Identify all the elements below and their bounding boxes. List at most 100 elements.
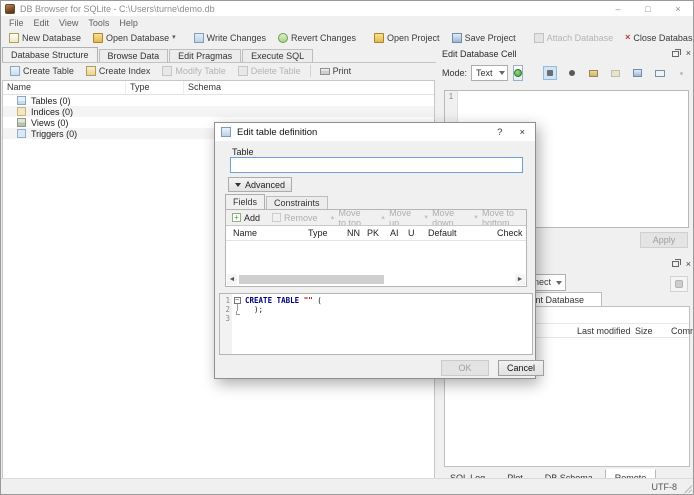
close-database-button[interactable]: × Close Database — [619, 31, 693, 45]
open-project-icon — [374, 33, 385, 43]
tree-column-name[interactable]: Name — [3, 81, 126, 94]
fields-column-default[interactable]: Default — [428, 228, 457, 238]
fields-column-ai[interactable]: AI — [390, 228, 399, 238]
fields-column-u[interactable]: U — [408, 228, 415, 238]
fields-column-type[interactable]: Type — [308, 228, 328, 238]
tab-execute-sql[interactable]: Execute SQL — [242, 49, 314, 62]
create-index-button[interactable]: Create Index — [80, 64, 157, 78]
mode-select[interactable]: Text — [471, 65, 508, 81]
maximize-icon[interactable]: □ — [633, 1, 663, 16]
sql-preview: 1 2 3 − CREATE TABLE "" ( ); — [219, 293, 533, 355]
write-changes-button[interactable]: Write Changes — [188, 31, 272, 45]
close-icon[interactable]: × — [663, 1, 693, 16]
tab-browse-data[interactable]: Browse Data — [98, 49, 169, 62]
dialog-title-bar[interactable]: Edit table definition ? × — [215, 123, 535, 141]
set-null-icon — [675, 66, 689, 80]
open-database-icon — [93, 33, 104, 43]
word-wrap-icon[interactable] — [542, 66, 557, 80]
fields-column-nn[interactable]: NN — [347, 228, 360, 238]
menu-view[interactable]: View — [54, 18, 83, 28]
open-database-dropdown-icon[interactable]: ▾ — [172, 34, 176, 41]
dock-close-icon[interactable]: × — [686, 259, 691, 269]
fold-collapse-icon[interactable]: − — [233, 297, 241, 304]
tab-constraints[interactable]: Constraints — [266, 196, 328, 209]
views-icon — [17, 118, 26, 127]
cancel-button[interactable]: Cancel — [498, 360, 544, 376]
dock-close-icon[interactable]: × — [686, 49, 691, 58]
write-changes-icon — [193, 33, 204, 43]
main-tab-bar: Database Structure Browse Data Edit Prag… — [2, 47, 314, 62]
dialog-close-icon[interactable]: × — [519, 127, 525, 138]
toolbar-separator — [309, 65, 311, 77]
chevron-down-icon — [235, 182, 241, 187]
revert-changes-icon — [277, 33, 288, 43]
tables-icon — [17, 96, 26, 105]
mode-label: Mode: — [442, 68, 468, 78]
auto-mode-button[interactable] — [512, 65, 523, 81]
tab-fields[interactable]: Fields — [225, 194, 266, 209]
column-size[interactable]: Size — [635, 326, 653, 336]
tree-row-indices[interactable]: Indices (0) — [3, 106, 434, 117]
open-database-button[interactable]: Open Database ▾ — [87, 31, 182, 45]
scroll-right-icon[interactable]: ► — [515, 274, 525, 285]
dock-float-icon[interactable] — [671, 259, 681, 267]
tab-database-structure[interactable]: Database Structure — [2, 47, 98, 62]
menu-tools[interactable]: Tools — [83, 18, 114, 28]
app-icon — [5, 3, 15, 14]
auto-mode-icon — [513, 69, 522, 77]
move-down-icon: ▼ — [423, 214, 430, 221]
fields-column-name[interactable]: Name — [233, 228, 257, 238]
window-controls: – □ × — [603, 1, 693, 16]
move-up-icon: ▲ — [380, 214, 387, 221]
fields-column-check[interactable]: Check — [497, 228, 523, 238]
fullscreen-icon[interactable] — [653, 66, 667, 80]
create-index-icon — [85, 66, 96, 76]
scroll-left-icon[interactable]: ◄ — [227, 274, 237, 285]
move-bottom-icon: ▼ — [473, 214, 479, 221]
scrollbar-thumb[interactable] — [239, 275, 384, 284]
column-last-modified[interactable]: Last modified — [577, 326, 631, 336]
add-icon: + — [232, 213, 241, 222]
tree-column-type[interactable]: Type — [126, 81, 184, 94]
minimize-icon[interactable]: – — [603, 1, 633, 16]
create-table-icon — [10, 66, 20, 76]
encoding-status[interactable]: UTF-8 — [652, 482, 678, 492]
fields-column-pk[interactable]: PK — [367, 228, 379, 238]
new-database-icon — [9, 33, 19, 43]
menu-edit[interactable]: Edit — [29, 18, 55, 28]
print-icon — [319, 67, 330, 75]
tree-column-schema[interactable]: Schema — [184, 81, 434, 94]
delete-table-icon — [237, 66, 248, 76]
cell-mode-row: Mode: Text — [442, 64, 692, 82]
advanced-toggle-button[interactable]: Advanced — [228, 177, 293, 192]
dialog-icon — [221, 127, 231, 137]
fields-pane: + Add Remove ▲ Move to top ▲ Move up ▼ M… — [225, 208, 527, 287]
dock-float-icon[interactable] — [671, 48, 681, 57]
revert-changes-button[interactable]: Revert Changes — [272, 31, 362, 45]
remove-icon — [272, 213, 282, 222]
null-value-icon[interactable] — [565, 66, 579, 80]
edit-cell-dock-header: Edit Database Cell × — [438, 46, 693, 61]
tree-row-tables[interactable]: Tables (0) — [3, 95, 434, 106]
column-commit[interactable]: Commit — [671, 326, 693, 336]
attach-database-icon — [533, 33, 544, 43]
create-table-button[interactable]: Create Table — [4, 64, 80, 78]
import-file-icon[interactable] — [587, 66, 601, 80]
modify-table-button: Modify Table — [156, 64, 231, 78]
save-project-button[interactable]: Save Project — [446, 31, 522, 45]
chevron-down-icon — [498, 71, 505, 75]
delete-table-button: Delete Table — [232, 64, 307, 78]
fields-horizontal-scrollbar[interactable]: ◄ ► — [227, 274, 525, 285]
save-cell-icon[interactable] — [631, 66, 645, 80]
resize-grip[interactable] — [683, 484, 692, 493]
open-project-button[interactable]: Open Project — [368, 31, 446, 45]
print-button[interactable]: Print — [314, 64, 358, 78]
table-name-input[interactable] — [230, 157, 523, 173]
menu-help[interactable]: Help — [114, 18, 143, 28]
title-bar: DB Browser for SQLite - C:\Users\turne\d… — [1, 1, 693, 16]
add-field-button[interactable]: + Add — [228, 213, 264, 223]
new-database-button[interactable]: New Database — [3, 31, 87, 45]
tab-edit-pragmas[interactable]: Edit Pragmas — [169, 49, 242, 62]
dialog-help-icon[interactable]: ? — [497, 127, 502, 138]
menu-file[interactable]: File — [4, 18, 29, 28]
